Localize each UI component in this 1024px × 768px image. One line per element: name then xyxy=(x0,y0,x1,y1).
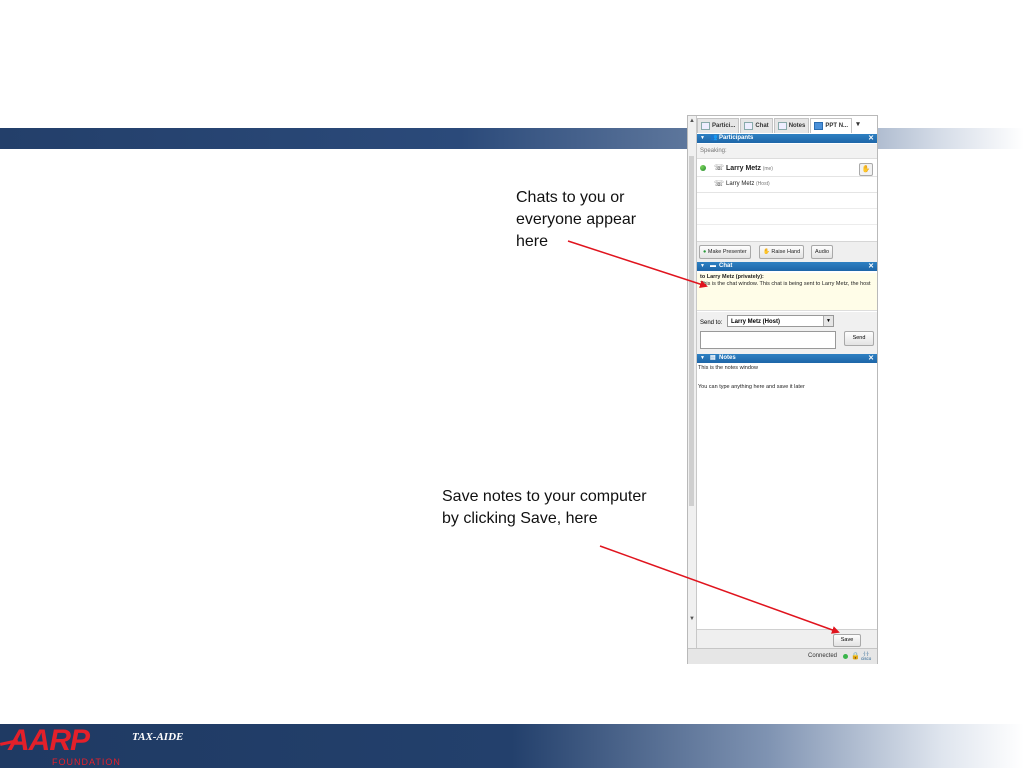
chat-message: This is the chat window. This chat is be… xyxy=(700,281,871,287)
cisco-logo: ·|·|· cisco xyxy=(861,651,872,661)
participant-toolbar: ● Make Presenter ✋ Raise Hand Audio xyxy=(697,241,877,262)
participants-title: Participants xyxy=(719,135,754,141)
chat-send-area: Send to: Larry Metz (Host) ▼ Send xyxy=(697,312,877,358)
chat-icon: ▬ xyxy=(710,263,716,269)
tab-label: Notes xyxy=(788,123,806,129)
notes-title: Notes xyxy=(719,355,736,361)
notes-toolbar: Save xyxy=(697,629,877,648)
participant-row[interactable]: ☏ Larry Metz (me) ✋ xyxy=(697,161,877,177)
chat-callout-line: here xyxy=(516,233,549,250)
chat-header[interactable]: ▼ ▬ Chat ✕ xyxy=(697,262,877,271)
participants-icon xyxy=(701,122,710,130)
notes-textarea[interactable]: This is the notes window You can type an… xyxy=(697,365,877,629)
tab-chat[interactable]: Chat xyxy=(740,118,773,133)
participant-name-text: Larry Metz xyxy=(726,181,755,187)
tab-label: Chat xyxy=(755,123,769,129)
tab-label: PPT N... xyxy=(825,123,849,129)
notes-icon: ▤ xyxy=(710,355,716,361)
phone-icon: ☏ xyxy=(714,179,725,188)
send-to-value: Larry Metz (Host) xyxy=(731,319,781,325)
chat-recipient-line: to Larry Metz (privately): xyxy=(700,274,764,280)
chevron-down-icon[interactable]: ▼ xyxy=(823,316,833,326)
cisco-label: cisco xyxy=(861,656,872,661)
save-callout: Save notes to your computer by clicking … xyxy=(442,486,682,530)
aarp-logo: AARP xyxy=(8,724,90,757)
participant-tag: (Host) xyxy=(756,181,770,187)
send-to-label: Send to: xyxy=(700,320,723,326)
panel-scrollbar[interactable]: ▲ ▼ xyxy=(688,116,697,648)
chat-message-input[interactable] xyxy=(700,331,836,349)
raise-hand-button[interactable]: ✋ Raise Hand xyxy=(759,245,805,259)
make-presenter-label: Make Presenter xyxy=(707,249,747,255)
notes-line: You can type anything here and save it l… xyxy=(698,384,805,390)
hand-icon: ✋ xyxy=(763,249,770,255)
chat-callout-line: everyone appear xyxy=(516,211,637,228)
chat-history[interactable]: to Larry Metz (privately): This is the c… xyxy=(697,273,877,311)
ppt-icon xyxy=(814,122,824,130)
collapse-icon[interactable]: ▼ xyxy=(700,262,705,271)
notes-icon xyxy=(777,122,787,130)
tab-notes[interactable]: Notes xyxy=(773,118,810,133)
scroll-thumb[interactable] xyxy=(689,156,694,506)
speaking-label: Speaking: xyxy=(697,144,877,159)
tab-ppt[interactable]: PPT N... xyxy=(810,118,853,133)
participant-tag: (me) xyxy=(762,166,773,172)
connection-status: Connected xyxy=(808,653,838,659)
panel-tabs: Partici... Chat Notes PPT N... ▾ xyxy=(697,118,877,134)
audio-button[interactable]: Audio xyxy=(811,245,834,259)
save-callout-line: by clicking Save, here xyxy=(442,510,598,527)
chat-icon xyxy=(744,122,754,130)
connected-indicator-icon xyxy=(843,654,848,659)
scroll-up-icon[interactable]: ▲ xyxy=(688,118,696,124)
notes-line: This is the notes window xyxy=(698,365,758,371)
participant-name: Larry Metz (Host) xyxy=(726,181,770,187)
collapse-icon[interactable]: ▼ xyxy=(700,354,705,363)
tax-aide-label: TAX-AIDE xyxy=(132,731,184,743)
send-to-select[interactable]: Larry Metz (Host) ▼ xyxy=(727,315,834,327)
close-icon[interactable]: ✕ xyxy=(868,134,874,143)
chat-callout-line: Chats to you or xyxy=(516,189,625,206)
send-button[interactable]: Send xyxy=(844,331,874,346)
tab-participants[interactable]: Partici... xyxy=(697,118,740,133)
save-button[interactable]: Save xyxy=(833,634,861,647)
close-icon[interactable]: ✕ xyxy=(868,262,874,271)
close-icon[interactable]: ✕ xyxy=(868,354,874,363)
lock-icon: 🔒 xyxy=(851,653,860,660)
webex-panel: ▲ ▼ Partici... Chat Notes PPT N... ▾ ▼ 👥… xyxy=(687,115,878,664)
make-presenter-button[interactable]: ● Make Presenter xyxy=(699,245,751,259)
aarp-foundation-label: FOUNDATION xyxy=(52,757,121,767)
presenter-icon: ● xyxy=(703,249,707,255)
chat-title: Chat xyxy=(719,263,733,269)
presenter-ball-icon xyxy=(700,165,706,171)
participants-header[interactable]: ▼ 👥 Participants ✕ xyxy=(697,134,877,143)
tab-overflow-icon[interactable]: ▾ xyxy=(853,118,863,134)
participant-name-text: Larry Metz xyxy=(726,165,762,172)
notes-header[interactable]: ▼ ▤ Notes ✕ xyxy=(697,354,877,363)
phone-icon: ☏ xyxy=(714,163,725,172)
save-callout-line: Save notes to your computer xyxy=(442,488,647,505)
participant-row[interactable]: ☏ Larry Metz (Host) xyxy=(697,177,877,193)
collapse-icon[interactable]: ▼ xyxy=(700,134,705,143)
chat-callout: Chats to you or everyone appear here xyxy=(516,187,666,253)
scroll-down-icon[interactable]: ▼ xyxy=(688,616,696,622)
raise-hand-label: Raise Hand xyxy=(771,249,801,255)
tab-label: Partici... xyxy=(712,123,736,129)
empty-row xyxy=(697,209,877,225)
participants-icon: 👥 xyxy=(710,135,718,141)
participant-name: Larry Metz (me) xyxy=(726,165,773,172)
mute-button[interactable]: ✋ xyxy=(859,163,873,176)
status-bar: Connected 🔒 ·|·|· cisco xyxy=(688,648,877,664)
empty-row xyxy=(697,193,877,209)
